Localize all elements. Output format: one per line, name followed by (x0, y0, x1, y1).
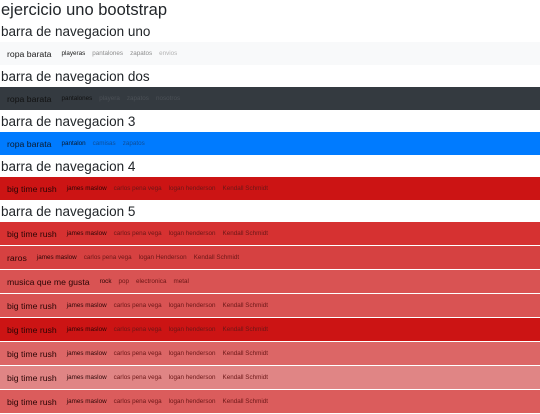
nav-link-playeras[interactable]: playeras (61, 50, 85, 57)
nav-link-carlos-pena-vega[interactable]: carlos pena vega (114, 374, 162, 381)
navbar-3: ropa barata pantalon camisas zapatos (0, 132, 540, 155)
nav-link-james-maslow[interactable]: james maslow (67, 350, 107, 357)
nav-link-james-maslow[interactable]: james maslow (67, 398, 107, 405)
nav-link-james-maslow[interactable]: james maslow (37, 254, 77, 261)
nav-link-kendall-schmidt[interactable]: Kendall Schmidt (223, 302, 269, 309)
navbar-uno: ropa barata playeras pantalones zapatos … (0, 42, 540, 65)
navbar-brand[interactable]: big time rush (7, 397, 57, 407)
navbar-brand[interactable]: big time rush (7, 325, 57, 335)
page-title: ejercicio uno bootstrap (1, 1, 168, 19)
nav-link-envios[interactable]: envios (159, 50, 177, 57)
nav-link-kendall-schmidt[interactable]: Kendall Schmidt (223, 185, 269, 192)
nav-link-logan-henderson[interactable]: logan henderson (169, 374, 216, 381)
navbar-5-group: big time rush james maslow carlos pena veg… (0, 222, 540, 414)
navbar-brand[interactable]: big time rush (7, 301, 57, 311)
nav-link-playera[interactable]: playera (99, 95, 120, 102)
nav-link-electronica[interactable]: electronica (136, 278, 166, 285)
navbar-4: big time rush james maslow carlos pena v… (0, 177, 540, 200)
nav-link-metal[interactable]: metal (173, 278, 188, 285)
nav-link-kendall-schmidt[interactable]: Kendall Schmidt (194, 254, 240, 261)
nav-link-carlos-pena-vega[interactable]: carlos pena vega (114, 230, 162, 237)
nav-link-james-maslow[interactable]: james maslow (67, 374, 107, 381)
nav-link-kendall-schmidt[interactable]: Kendall Schmidt (223, 398, 269, 405)
nav-link-james-maslow[interactable]: james maslow (67, 302, 107, 309)
navbar-5-row: big time rush james maslow carlos pena veg… (0, 318, 540, 341)
navbar-5-row: big time rush james maslow carlos pena veg… (0, 390, 540, 413)
nav-link-james-maslow[interactable]: james maslow (67, 326, 107, 333)
navbar-5-row: big time rush james maslow carlos pena veg… (0, 222, 540, 245)
nav-link-kendall-schmidt[interactable]: Kendall Schmidt (223, 350, 269, 357)
navbar-brand[interactable]: big time rush (7, 349, 57, 359)
nav-link-james-maslow[interactable]: james maslow (67, 230, 107, 237)
nav-link-logan-henderson[interactable]: logan henderson (169, 230, 216, 237)
navbar-5-row: raros james maslow carlos pena vega logan H… (0, 246, 540, 269)
nav-link-kendall-schmidt[interactable]: Kendall Schmidt (223, 230, 269, 237)
navbar-brand[interactable]: ropa barata (7, 49, 51, 59)
navbar-5-row: big time rush james maslow carlos pena veg… (0, 294, 540, 317)
nav-link-logan-henderson[interactable]: logan Henderson (139, 254, 187, 261)
nav-link-kendall-schmidt[interactable]: Kendall Schmidt (223, 326, 269, 333)
navbar-brand[interactable]: raros (7, 253, 27, 263)
navbar-brand[interactable]: ropa barata (7, 139, 51, 149)
navbar-brand[interactable]: big time rush (7, 373, 57, 383)
navbar-brand[interactable]: big time rush (7, 184, 57, 194)
nav-link-kendall-schmidt[interactable]: Kendall Schmidt (223, 374, 269, 381)
nav-link-pop[interactable]: pop (118, 278, 129, 285)
nav-link-logan-henderson[interactable]: logan henderson (169, 326, 216, 333)
nav-link-carlos-pena-vega[interactable]: carlos pena vega (84, 254, 132, 261)
navbar-brand[interactable]: big time rush (7, 229, 57, 239)
section-heading-4: barra de navegacion 4 (1, 159, 136, 174)
nav-link-logan-henderson[interactable]: logan henderson (169, 185, 216, 192)
nav-link-carlos-pena-vega[interactable]: carlos pena vega (114, 302, 162, 309)
nav-link-logan-henderson[interactable]: logan henderson (169, 350, 216, 357)
navbar-5-row: big time rush james maslow carlos pena veg… (0, 366, 540, 389)
nav-link-james-maslow[interactable]: james maslow (67, 185, 107, 192)
nav-link-camisas[interactable]: camisas (93, 140, 116, 147)
nav-link-pantalon[interactable]: pantalon (61, 140, 85, 147)
nav-link-rock[interactable]: rock (100, 278, 112, 285)
nav-link-nosotros[interactable]: nosotros (156, 95, 180, 102)
navbar-5-row: musica que me gusta rock pop electronica met… (0, 270, 540, 293)
nav-link-zapatos[interactable]: zapatos (127, 95, 149, 102)
navbar-5-row: big time rush james maslow carlos pena veg… (0, 342, 540, 365)
nav-link-zapatos[interactable]: zapatos (123, 140, 145, 147)
nav-link-logan-henderson[interactable]: logan henderson (169, 398, 216, 405)
nav-link-carlos-pena-vega[interactable]: carlos pena vega (114, 350, 162, 357)
section-heading-1: barra de navegacion uno (1, 24, 151, 39)
nav-link-logan-henderson[interactable]: logan henderson (169, 302, 216, 309)
section-heading-3: barra de navegacion 3 (1, 114, 136, 129)
navbar-brand[interactable]: musica que me gusta (7, 277, 90, 287)
navbar-brand[interactable]: ropa barata (7, 94, 51, 104)
section-heading-5: barra de navegacion 5 (1, 204, 136, 219)
section-heading-2: barra de navegacion dos (1, 69, 150, 84)
nav-link-pantalones[interactable]: pantalones (61, 95, 92, 102)
nav-link-carlos-pena-vega[interactable]: carlos pena vega (114, 326, 162, 333)
nav-link-carlos-pena-vega[interactable]: carlos pena vega (114, 185, 162, 192)
nav-link-zapatos[interactable]: zapatos (130, 50, 152, 57)
nav-link-carlos-pena-vega[interactable]: carlos pena vega (114, 398, 162, 405)
navbar-dos: ropa barata pantalones playera zapatos n… (0, 87, 540, 110)
nav-link-pantalones[interactable]: pantalones (92, 50, 123, 57)
